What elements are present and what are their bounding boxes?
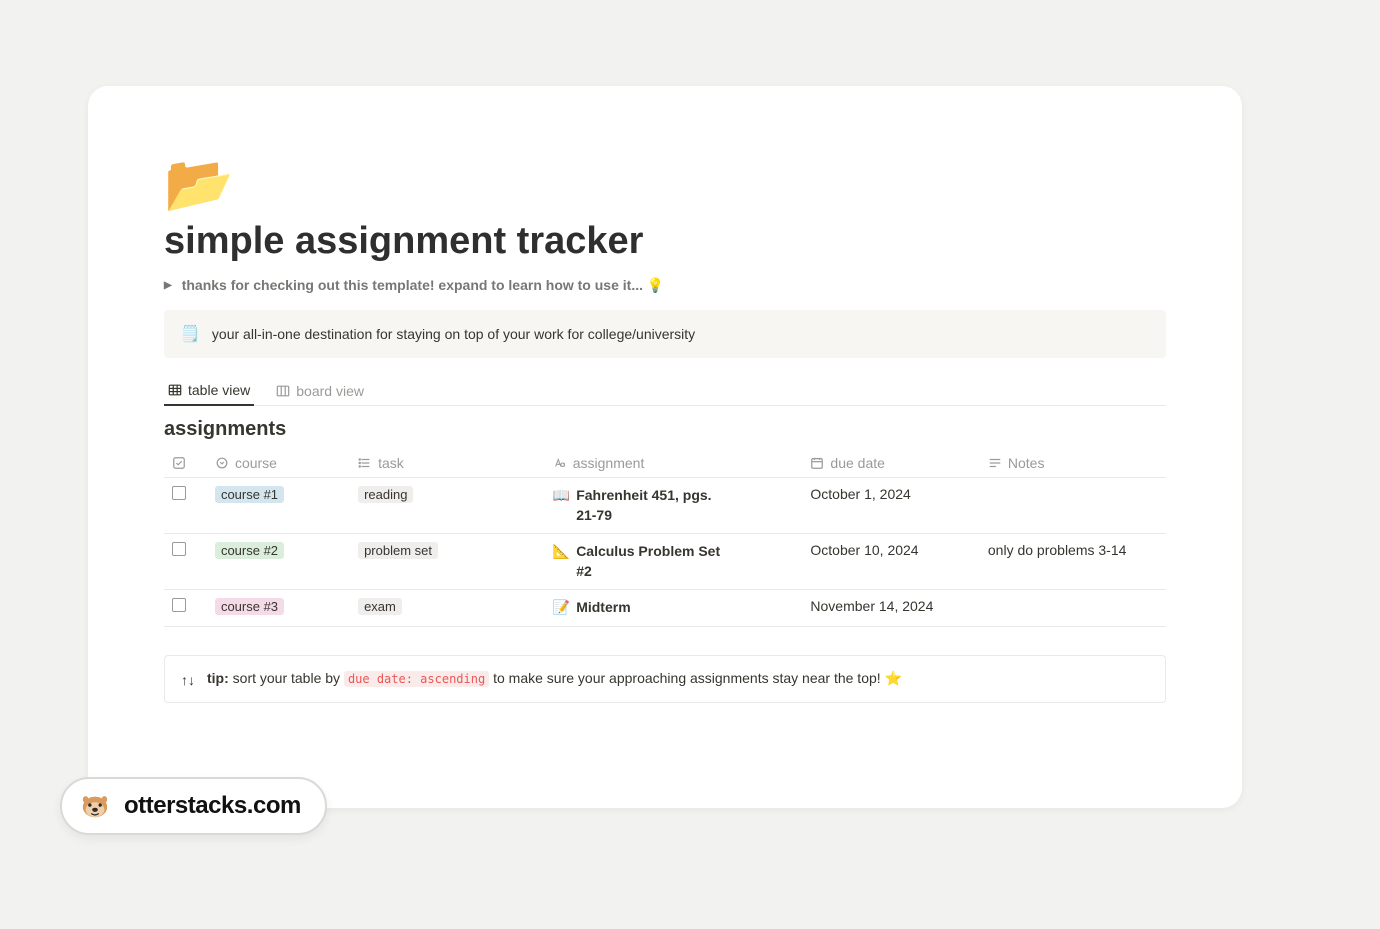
toggle-caret-icon: ▶ [164,280,172,291]
task-tag[interactable]: reading [358,486,413,503]
assignments-table: course [164,449,1166,627]
notes-cell[interactable] [980,478,1166,534]
due-date-cell[interactable]: November 14, 2024 [802,590,979,627]
col-notes-label[interactable]: Notes [1008,455,1045,471]
col-task-label[interactable]: task [378,455,404,471]
course-tag[interactable]: course #1 [215,486,284,503]
tab-board-view[interactable]: board view [272,376,368,405]
tip-code: due date: ascending [344,671,489,687]
tip-bold: tip: [207,670,229,686]
toggle-block[interactable]: ▶ thanks for checking out this template!… [164,277,1166,294]
tab-table-view[interactable]: table view [164,376,254,406]
assignment-title[interactable]: Midterm [576,598,630,618]
otter-logo-icon [80,791,110,821]
title-column-icon [553,456,567,470]
assignment-title[interactable]: Fahrenheit 451, pgs. 21-79 [576,486,723,525]
page-title[interactable]: simple assignment tracker [164,220,1166,263]
page-container: 📂 simple assignment tracker ▶ thanks for… [88,86,1242,808]
tab-table-label: table view [188,382,250,398]
brand-pill[interactable]: otterstacks.com [60,777,327,835]
view-tabs: table view board view [164,376,1166,406]
assignment-icon: 📝 [553,598,570,618]
assignment-title[interactable]: Calculus Problem Set #2 [576,542,723,581]
table-row[interactable]: course #3 exam 📝 Midterm November 14, 2024 [164,590,1166,627]
due-date-cell[interactable]: October 10, 2024 [802,534,979,590]
tip-callout: ↑↓ tip: sort your table by due date: asc… [164,655,1166,703]
callout-text: your all-in-one destination for staying … [212,326,695,342]
notes-cell[interactable] [980,590,1166,627]
col-course-label[interactable]: course [235,455,277,471]
task-tag[interactable]: problem set [358,542,438,559]
tip-before: sort your table by [229,670,344,686]
task-tag[interactable]: exam [358,598,402,615]
row-checkbox[interactable] [172,486,186,500]
col-assignment-label[interactable]: assignment [573,455,645,471]
notes-cell[interactable]: only do problems 3-14 [980,534,1166,590]
select-column-icon [215,456,229,470]
tip-text: tip: sort your table by due date: ascend… [207,670,902,687]
col-due-label[interactable]: due date [830,455,885,471]
info-callout: 🗒️ your all-in-one destination for stayi… [164,310,1166,358]
assignment-icon: 📐 [553,542,570,562]
course-tag[interactable]: course #3 [215,598,284,615]
callout-icon: 🗒️ [180,324,200,344]
board-icon [276,384,290,398]
table-row[interactable]: course #2 problem set 📐 Calculus Problem Se… [164,534,1166,590]
due-date-cell[interactable]: October 1, 2024 [802,478,979,534]
text-column-icon [988,456,1002,470]
brand-text: otterstacks.com [124,792,301,820]
tip-after: to make sure your approaching assignment… [489,670,902,686]
table-icon [168,383,182,397]
checkbox-column-icon [172,456,186,470]
table-row[interactable]: course #1 reading 📖 Fahrenheit 451, pgs. 21… [164,478,1166,534]
sort-icon: ↑↓ [181,672,195,688]
row-checkbox[interactable] [172,542,186,556]
multiselect-column-icon [358,456,372,470]
course-tag[interactable]: course #2 [215,542,284,559]
row-checkbox[interactable] [172,598,186,612]
tab-board-label: board view [296,383,364,399]
toggle-text: thanks for checking out this template! e… [182,277,665,294]
page-icon[interactable]: 📂 [164,156,234,212]
date-column-icon [810,456,824,470]
assignment-icon: 📖 [553,486,570,506]
database-title[interactable]: assignments [164,418,1166,441]
